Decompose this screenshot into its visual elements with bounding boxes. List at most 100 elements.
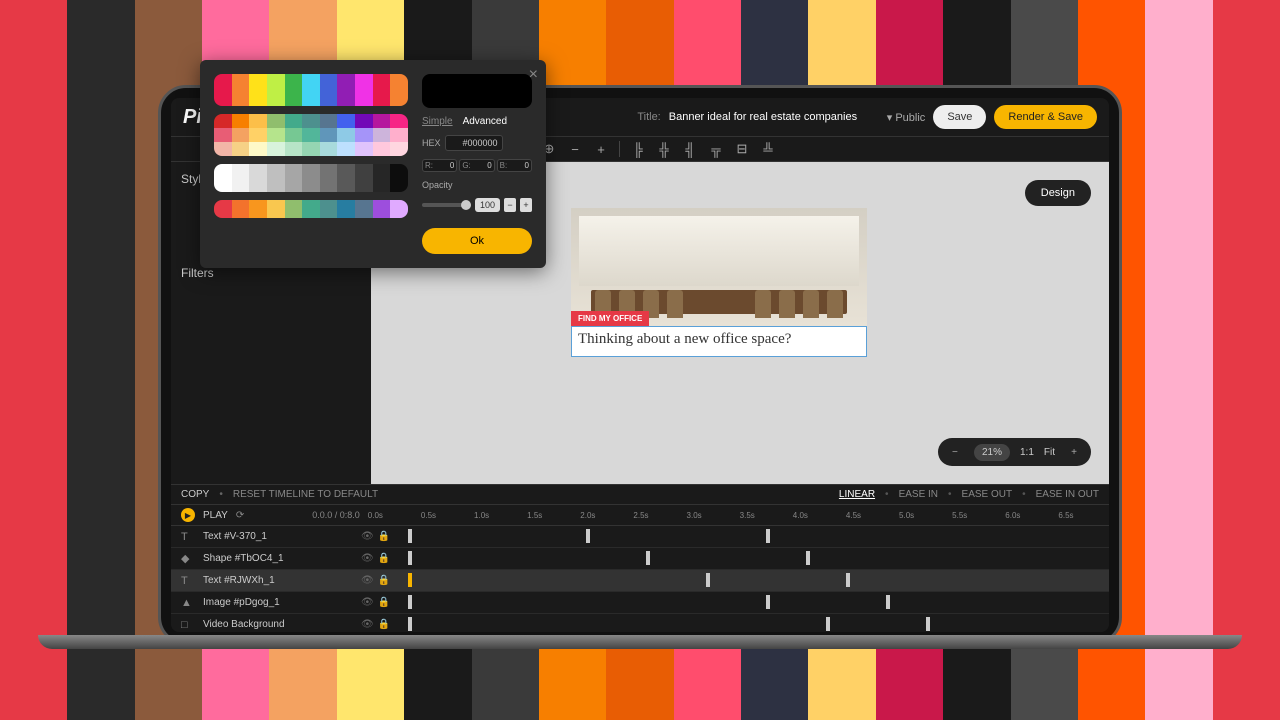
opacity-minus[interactable]: − <box>504 198 516 212</box>
visibility-icon[interactable]: 👁 <box>361 575 374 586</box>
color-swatch[interactable] <box>337 164 355 192</box>
timeline-ruler[interactable]: 0.0s0.5s1.0s1.5s2.0s2.5s3.0s3.5s4.0s4.5s… <box>368 511 1099 520</box>
plus-icon[interactable]: + <box>593 141 609 157</box>
color-swatch[interactable] <box>320 74 338 106</box>
color-swatch[interactable] <box>232 142 250 156</box>
color-swatch[interactable] <box>302 74 320 106</box>
play-button[interactable]: ▶ <box>181 508 195 522</box>
zoom-fit[interactable]: Fit <box>1044 447 1055 458</box>
lock-icon[interactable]: 🔒 <box>378 553 390 564</box>
color-swatch[interactable] <box>302 114 320 128</box>
color-swatch[interactable] <box>232 114 250 128</box>
color-swatch[interactable] <box>214 128 232 142</box>
color-swatch[interactable] <box>232 128 250 142</box>
align-left-icon[interactable]: ╠ <box>630 141 646 157</box>
color-swatch[interactable] <box>249 142 267 156</box>
color-swatch[interactable] <box>337 200 355 218</box>
color-swatch[interactable] <box>320 128 338 142</box>
color-swatch[interactable] <box>302 142 320 156</box>
color-swatch[interactable] <box>337 74 355 106</box>
timeline-track[interactable]: □Video Background👁🔒 <box>171 614 1109 632</box>
timeline-track[interactable]: TText #RJWXh_1👁🔒 <box>171 570 1109 592</box>
color-swatch[interactable] <box>232 164 250 192</box>
design-badge[interactable]: Design <box>1025 180 1091 206</box>
loop-icon[interactable]: ⟳ <box>236 510 244 521</box>
color-swatch[interactable] <box>267 142 285 156</box>
color-swatch[interactable] <box>285 142 303 156</box>
align-top-icon[interactable]: ╦ <box>708 141 724 157</box>
color-grid[interactable] <box>214 114 408 156</box>
zoom-value[interactable]: 21% <box>974 444 1010 461</box>
color-swatch[interactable] <box>249 114 267 128</box>
color-swatch[interactable] <box>249 74 267 106</box>
easing-linear[interactable]: LINEAR <box>839 489 875 500</box>
opacity-slider[interactable] <box>422 203 471 207</box>
opacity-plus[interactable]: + <box>520 198 532 212</box>
color-swatch[interactable] <box>337 142 355 156</box>
visibility-icon[interactable]: 👁 <box>361 553 374 564</box>
align-right-icon[interactable]: ╣ <box>682 141 698 157</box>
zoom-ratio[interactable]: 1:1 <box>1020 447 1034 458</box>
banner-headline[interactable]: Thinking about a new office space? <box>571 326 867 357</box>
color-swatch[interactable] <box>373 142 391 156</box>
align-middle-icon[interactable]: ⊟ <box>734 141 750 157</box>
color-swatch[interactable] <box>249 200 267 218</box>
b-input[interactable]: B:0 <box>497 159 532 172</box>
tab-simple[interactable]: Simple <box>422 116 453 127</box>
color-swatch[interactable] <box>320 142 338 156</box>
color-swatch[interactable] <box>302 200 320 218</box>
color-swatch[interactable] <box>267 114 285 128</box>
color-swatch[interactable] <box>373 74 391 106</box>
gray-row[interactable] <box>214 164 408 192</box>
lock-icon[interactable]: 🔒 <box>378 597 390 608</box>
track-lane[interactable] <box>406 570 1099 591</box>
color-swatch[interactable] <box>390 164 408 192</box>
easing-ease-in-out[interactable]: EASE IN OUT <box>1036 489 1099 500</box>
color-swatch[interactable] <box>214 200 232 218</box>
visibility-icon[interactable]: 👁 <box>361 619 374 630</box>
color-swatch[interactable] <box>390 114 408 128</box>
tab-advanced[interactable]: Advanced <box>463 116 507 127</box>
g-input[interactable]: G:0 <box>459 159 494 172</box>
color-swatch[interactable] <box>249 164 267 192</box>
visibility-dropdown[interactable]: ▾ Public <box>887 111 926 124</box>
ok-button[interactable]: Ok <box>422 228 532 254</box>
track-lane[interactable] <box>406 614 1099 632</box>
lock-icon[interactable]: 🔒 <box>378 619 390 630</box>
easing-ease-in[interactable]: EASE IN <box>899 489 938 500</box>
easing-ease-out[interactable]: EASE OUT <box>962 489 1013 500</box>
color-swatch[interactable] <box>214 74 232 106</box>
color-swatch[interactable] <box>390 142 408 156</box>
color-swatch[interactable] <box>232 200 250 218</box>
color-swatch[interactable] <box>285 164 303 192</box>
color-swatch[interactable] <box>373 114 391 128</box>
track-lane[interactable] <box>406 548 1099 569</box>
color-swatch[interactable] <box>320 200 338 218</box>
title-input[interactable] <box>669 111 879 123</box>
color-swatch[interactable] <box>373 200 391 218</box>
zoom-out-button[interactable]: − <box>946 443 964 461</box>
color-swatch[interactable] <box>373 128 391 142</box>
color-swatch[interactable] <box>337 114 355 128</box>
color-swatch[interactable] <box>355 128 373 142</box>
color-swatch[interactable] <box>302 128 320 142</box>
color-row-bright[interactable] <box>214 74 408 106</box>
timeline-track[interactable]: TText #V-370_1👁🔒 <box>171 526 1109 548</box>
color-row-theme[interactable] <box>214 200 408 218</box>
color-swatch[interactable] <box>355 164 373 192</box>
color-swatch[interactable] <box>320 164 338 192</box>
color-swatch[interactable] <box>214 142 232 156</box>
save-button[interactable]: Save <box>933 105 986 129</box>
color-swatch[interactable] <box>337 128 355 142</box>
close-icon[interactable]: × <box>529 66 538 84</box>
timeline-copy[interactable]: COPY <box>181 489 209 500</box>
color-swatch[interactable] <box>355 74 373 106</box>
minus-icon[interactable]: − <box>567 141 583 157</box>
color-swatch[interactable] <box>302 164 320 192</box>
timeline-track[interactable]: ◆Shape #TbOC4_1👁🔒 <box>171 548 1109 570</box>
color-swatch[interactable] <box>320 114 338 128</box>
color-swatch[interactable] <box>285 74 303 106</box>
color-swatch[interactable] <box>390 200 408 218</box>
render-save-button[interactable]: Render & Save <box>994 105 1097 129</box>
align-bottom-icon[interactable]: ╩ <box>760 141 776 157</box>
